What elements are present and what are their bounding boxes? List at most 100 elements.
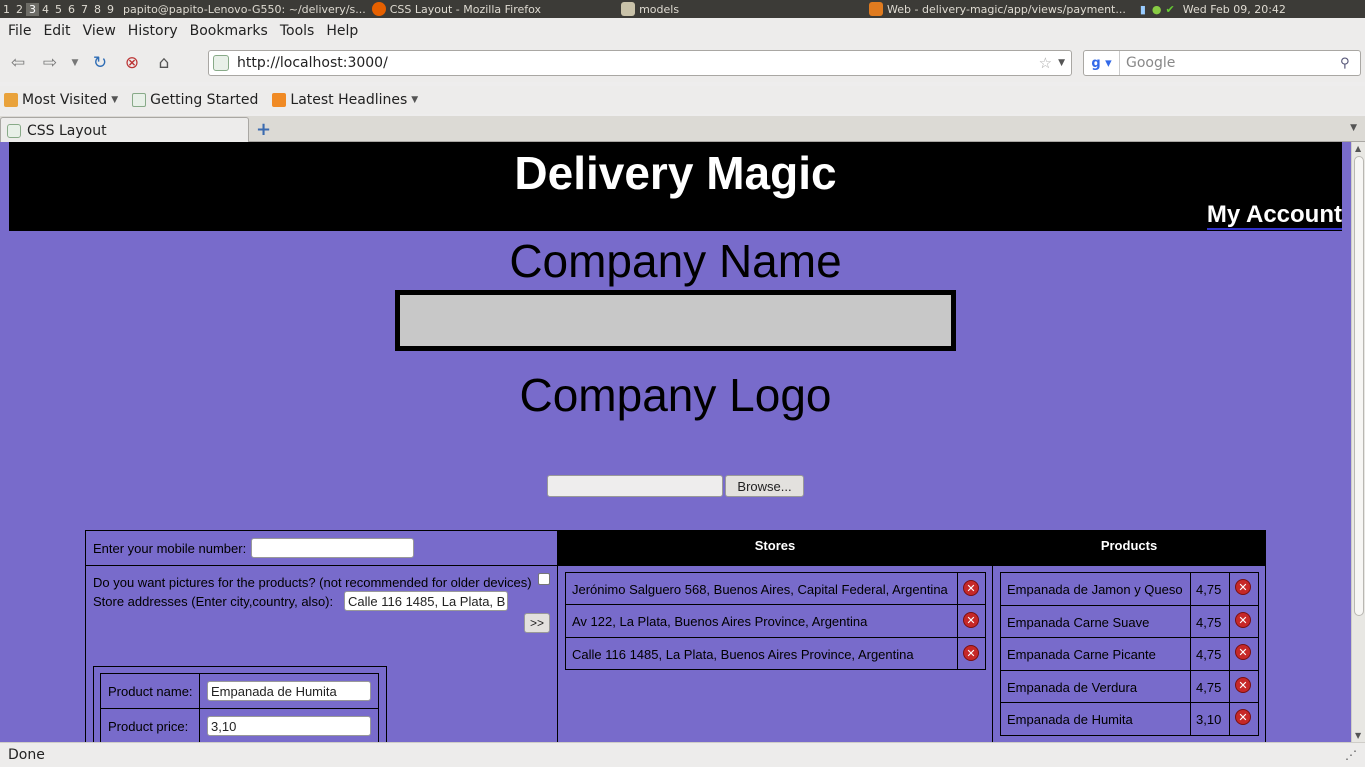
- logo-file-field[interactable]: [547, 475, 723, 497]
- product-price: 4,75: [1196, 680, 1222, 695]
- stop-button[interactable]: ⊗: [118, 49, 146, 77]
- delete-icon[interactable]: ✕: [1235, 644, 1251, 660]
- tab-strip: CSS Layout + ▼: [0, 116, 1365, 143]
- my-account-link[interactable]: My Account: [1206, 202, 1342, 230]
- folder-task-label: models: [639, 2, 680, 16]
- forward-button[interactable]: ⇨: [36, 49, 64, 77]
- product-name: Empanada de Verdura: [1007, 680, 1138, 695]
- site-header: Delivery Magic My Account: [9, 142, 1342, 231]
- add-store-button[interactable]: >>: [524, 613, 550, 633]
- store-row: Calle 116 1485, La Plata, Buenos Aires P…: [565, 637, 958, 670]
- store-address-label: Store addresses (Enter city,country, als…: [93, 594, 334, 609]
- store-row: Av 122, La Plata, Buenos Aires Province,…: [565, 604, 958, 638]
- menu-tools[interactable]: Tools: [274, 23, 321, 39]
- product-name: Empanada Carne Picante: [1007, 647, 1156, 662]
- product-price-input[interactable]: 3,10: [207, 716, 371, 736]
- menu-file[interactable]: File: [2, 23, 37, 39]
- delete-icon[interactable]: ✕: [963, 612, 979, 628]
- update-icon[interactable]: ✔: [1166, 3, 1175, 16]
- workspace-1[interactable]: 1: [0, 3, 13, 16]
- pictures-label: Do you want pictures for the products? (…: [93, 575, 532, 590]
- menu-history[interactable]: History: [122, 23, 184, 39]
- bookmark-getting-started[interactable]: Getting Started: [132, 92, 258, 108]
- chat-icon[interactable]: ●: [1152, 3, 1162, 16]
- product-delete-cell: ✕: [1229, 637, 1259, 671]
- mobile-number-input[interactable]: [251, 538, 414, 558]
- search-bar[interactable]: g ▾ Google ⚲: [1083, 50, 1361, 76]
- product-name: Empanada Carne Suave: [1007, 615, 1150, 630]
- workspace-6[interactable]: 6: [65, 3, 78, 16]
- bookmark-latest-headlines[interactable]: Latest Headlines ▼: [272, 92, 418, 108]
- workspace-5[interactable]: 5: [52, 3, 65, 16]
- workspace-9[interactable]: 9: [104, 3, 117, 16]
- scroll-up-icon[interactable]: ▲: [1355, 144, 1361, 153]
- delete-icon[interactable]: ✕: [963, 580, 979, 596]
- store-delete-cell: ✕: [957, 572, 986, 605]
- product-price-cell: 4,75: [1190, 670, 1230, 703]
- history-dropdown-icon[interactable]: ▼: [68, 49, 82, 77]
- system-panel: 1 2 3 4 5 6 7 8 9 papito@papito-Lenovo-G…: [0, 0, 1365, 18]
- web-editor-task-label: Web - delivery-magic/app/views/payment..…: [887, 2, 1126, 16]
- search-input[interactable]: Google: [1120, 55, 1340, 71]
- home-button[interactable]: ⌂: [150, 49, 178, 77]
- product-price-cell: 4,75: [1190, 605, 1230, 638]
- clock[interactable]: Wed Feb 09, 20:42: [1183, 3, 1286, 16]
- menu-edit[interactable]: Edit: [37, 23, 76, 39]
- bookmark-most-visited[interactable]: Most Visited ▼: [4, 92, 118, 108]
- delete-icon[interactable]: ✕: [1235, 612, 1251, 628]
- product-row: Empanada Carne Picante: [1000, 637, 1191, 671]
- pictures-checkbox[interactable]: [538, 573, 550, 585]
- bookmark-star-icon[interactable]: ☆: [1039, 54, 1052, 72]
- bookmark-folder-icon: [4, 93, 18, 107]
- scroll-down-icon[interactable]: ▼: [1355, 731, 1361, 740]
- store-address: Calle 116 1485, La Plata, Buenos Aires P…: [572, 647, 914, 662]
- url-text[interactable]: http://localhost:3000/: [237, 55, 1039, 71]
- task-models-folder[interactable]: models: [621, 2, 679, 16]
- tab-list-icon[interactable]: ▼: [1350, 123, 1357, 133]
- product-delete-cell: ✕: [1229, 702, 1259, 736]
- menu-view[interactable]: View: [77, 23, 122, 39]
- product-name: Empanada de Humita: [1007, 712, 1133, 727]
- product-price: 3,10: [1196, 712, 1222, 727]
- product-row: Empanada Carne Suave: [1000, 605, 1191, 638]
- store-address: Jerónimo Salguero 568, Buenos Aires, Cap…: [572, 582, 948, 597]
- resize-grip-icon[interactable]: ⋰: [1345, 748, 1357, 762]
- workspace-7[interactable]: 7: [78, 3, 91, 16]
- delete-icon[interactable]: ✕: [963, 645, 979, 661]
- url-bar[interactable]: http://localhost:3000/ ☆ ▼: [208, 50, 1072, 76]
- menu-bookmarks[interactable]: Bookmarks: [184, 23, 274, 39]
- search-icon[interactable]: ⚲: [1340, 56, 1360, 71]
- browse-button[interactable]: Browse...: [725, 475, 804, 497]
- task-firefox[interactable]: CSS Layout - Mozilla Firefox: [371, 2, 541, 16]
- company-name-input[interactable]: [395, 290, 956, 351]
- task-terminal[interactable]: papito@papito-Lenovo-G550: ~/delivery/s.…: [123, 3, 366, 16]
- product-price: 4,75: [1196, 582, 1222, 597]
- store-address-input[interactable]: Calle 116 1485, La Plata, B: [344, 591, 508, 611]
- product-delete-cell: ✕: [1229, 572, 1259, 606]
- product-name-label: Product name:: [108, 684, 193, 699]
- delete-icon[interactable]: ✕: [1235, 677, 1251, 693]
- menu-help[interactable]: Help: [320, 23, 364, 39]
- search-engine-icon[interactable]: g ▾: [1084, 51, 1120, 75]
- workspace-2[interactable]: 2: [13, 3, 26, 16]
- scrollbar-thumb[interactable]: [1354, 156, 1364, 616]
- url-dropdown-icon[interactable]: ▼: [1058, 58, 1065, 68]
- workspace-8[interactable]: 8: [91, 3, 104, 16]
- store-delete-cell: ✕: [957, 604, 986, 638]
- delete-icon[interactable]: ✕: [1235, 709, 1251, 725]
- workspace-4[interactable]: 4: [39, 3, 52, 16]
- bookmark-label: Getting Started: [150, 92, 259, 108]
- site-identity-icon[interactable]: [213, 55, 229, 71]
- back-button[interactable]: ⇦: [4, 49, 32, 77]
- delete-icon[interactable]: ✕: [1235, 579, 1251, 595]
- product-name-input[interactable]: Empanada de Humita: [207, 681, 371, 701]
- vertical-scrollbar[interactable]: ▲ ▼: [1351, 142, 1365, 742]
- network-icon[interactable]: ▮: [1140, 3, 1146, 16]
- reload-button[interactable]: ↻: [86, 49, 114, 77]
- workspace-3[interactable]: 3: [26, 2, 39, 16]
- company-logo-heading: Company Logo: [519, 369, 832, 421]
- status-text: Done: [8, 747, 45, 763]
- tab-css-layout[interactable]: CSS Layout: [0, 117, 249, 143]
- new-tab-button[interactable]: +: [256, 119, 271, 140]
- task-web-editor[interactable]: Web - delivery-magic/app/views/payment..…: [869, 2, 1126, 16]
